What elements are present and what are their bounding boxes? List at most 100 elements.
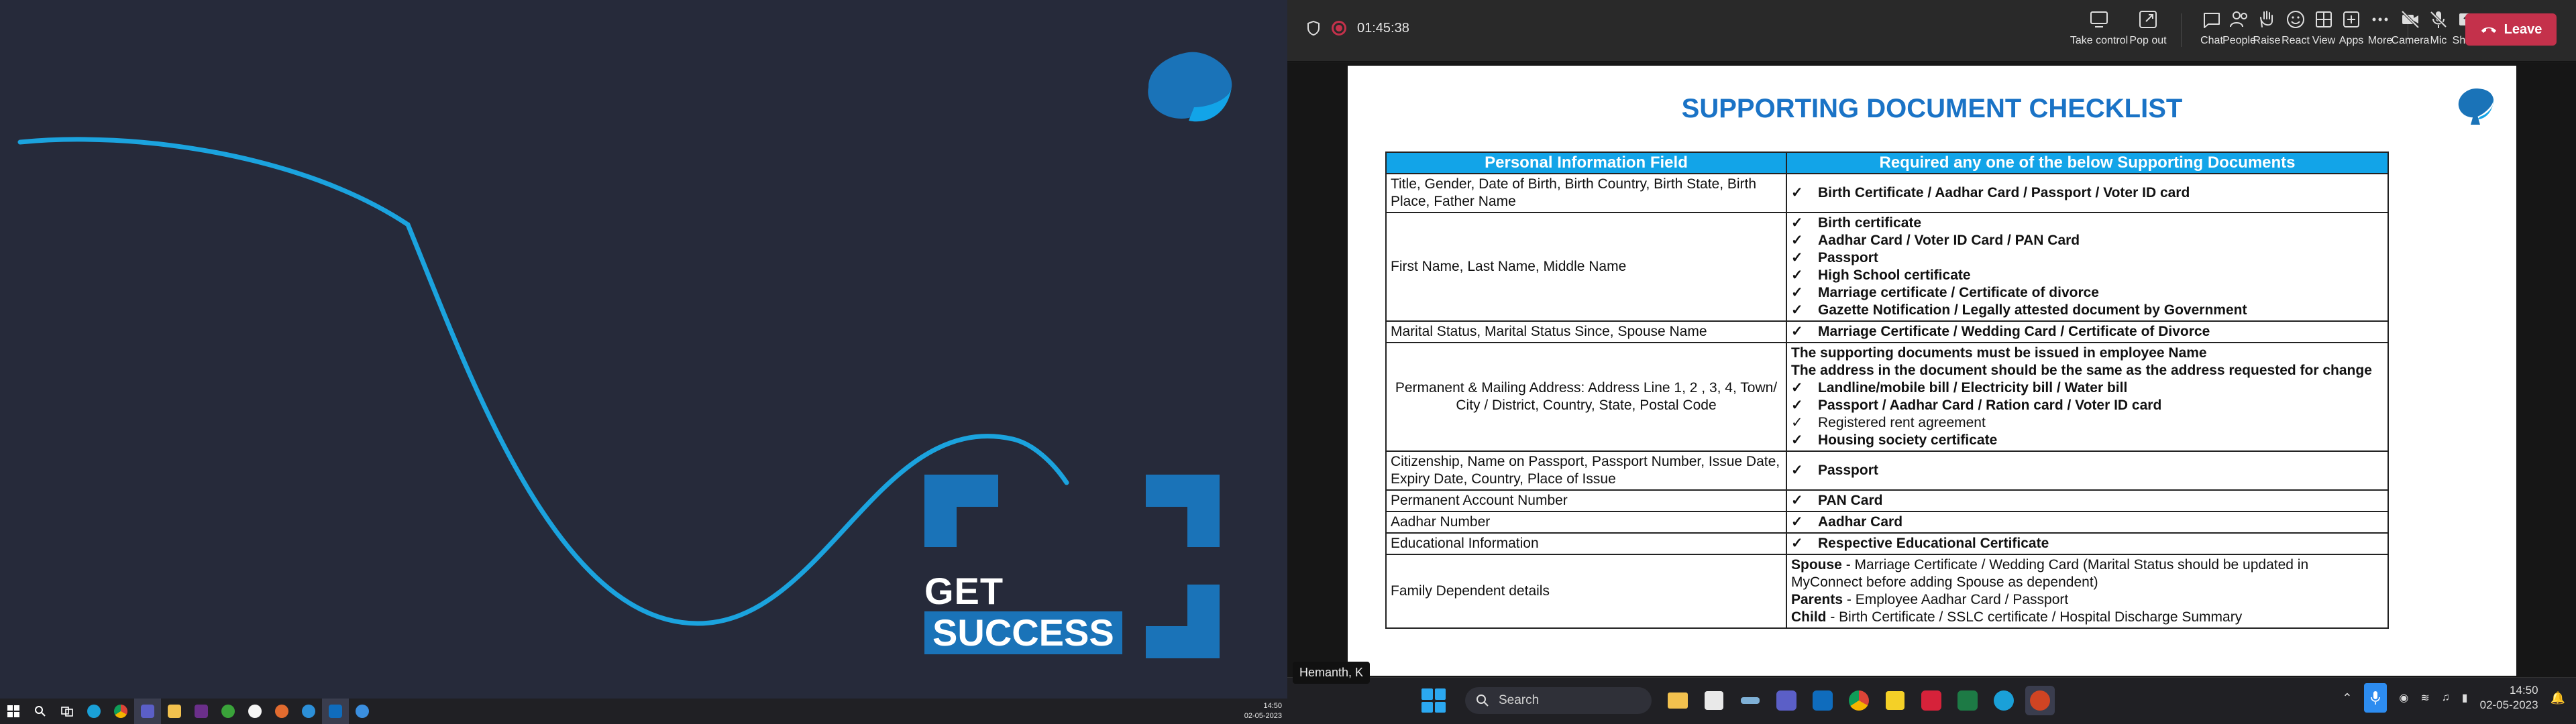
document-text: Gazette Notification / Legally attested … (1818, 302, 2247, 318)
pop-out-button[interactable]: Pop out (2121, 8, 2175, 54)
chevron-up-icon[interactable]: ⌃ (2342, 691, 2352, 705)
document-item: ✓ Gazette Notification / Legally attested… (1791, 302, 2383, 319)
wifi-icon[interactable]: ≋ (2420, 691, 2429, 705)
spade-logo (1148, 52, 1232, 122)
check-icon: ✓ (1791, 302, 1803, 318)
app-icon[interactable] (215, 699, 241, 724)
field-cell: Educational Information (1385, 532, 1787, 555)
windows-icon[interactable] (0, 699, 27, 724)
system-tray: ⌃ ◉ ≋ ♫ ▮ 14:50 02-05-2023 🔔 (2342, 683, 2565, 713)
dependent-text: - Marriage Certificate / Wedding Card (M… (1791, 557, 2309, 590)
app-icon[interactable] (1699, 686, 1729, 715)
bracket-top-right (1146, 475, 1220, 547)
app-icon[interactable] (241, 699, 268, 724)
document-text: Passport (1818, 250, 1878, 265)
check-icon: ✓ (1791, 250, 1803, 265)
file-explorer-icon[interactable] (1663, 686, 1693, 715)
powerpoint-icon[interactable] (2025, 686, 2055, 715)
field-cell: First Name, Last Name, Middle Name (1385, 212, 1787, 322)
teams-icon[interactable] (1772, 686, 1801, 715)
excel-icon[interactable] (1953, 686, 1982, 715)
document-item: ✓ Aadhar Card / Voter ID Card / PAN Card (1791, 232, 2383, 249)
pinned-apps (1663, 686, 2055, 715)
leave-button[interactable]: Leave (2465, 13, 2557, 46)
document-text: Passport (1818, 463, 1878, 478)
dependent-child: Child - Birth Certificate / SSLC certifi… (1791, 609, 2383, 626)
search-icon[interactable] (27, 699, 54, 724)
toolbar-divider (2181, 13, 2182, 47)
document-item: ✓ Birth Certificate / Aadhar Card / Passp… (1791, 184, 2383, 202)
taskbar-search-box[interactable]: Search (1465, 687, 1652, 714)
network-icon[interactable]: ◉ (2399, 691, 2408, 705)
document-item: ✓ Respective Educational Certificate (1791, 535, 2383, 552)
take-control-label: Take control (2070, 35, 2129, 46)
document-text: Birth Certificate / Aadhar Card / Passpo… (1818, 185, 2190, 200)
mic-active-icon[interactable] (2364, 683, 2387, 713)
dependent-label: Parents (1791, 592, 1843, 607)
app-icon[interactable] (349, 699, 376, 724)
field-cell: Marital Status, Marital Status Since, Sp… (1385, 320, 1787, 343)
document-note: The address in the document should be th… (1791, 363, 2372, 378)
task-view-icon[interactable] (54, 699, 80, 724)
document-item: ✓ Marriage certificate / Certificate of d… (1791, 284, 2383, 302)
document-item: ✓ Passport (1791, 249, 2383, 267)
chrome-icon[interactable] (1844, 686, 1874, 715)
file-explorer-icon[interactable] (161, 699, 188, 724)
search-placeholder: Search (1499, 693, 1540, 707)
documents-cell: ✓ Respective Educational Certificate (1786, 532, 2389, 555)
document-text: Registered rent agreement (1818, 415, 1986, 430)
volume-icon[interactable]: ♫ (2442, 692, 2450, 704)
check-icon: ✓ (1791, 415, 1803, 430)
document-text: Birth certificate (1818, 215, 1922, 231)
dependent-parents: Parents - Employee Aadhar Card / Passpor… (1791, 591, 2383, 609)
app-icon[interactable] (295, 699, 322, 724)
left-clock[interactable]: 14:50 02-05-2023 (1244, 701, 1282, 721)
right-clock-date: 02-05-2023 (2479, 699, 2538, 711)
presenter-name-tag: Hemanth, K (1293, 662, 1371, 684)
table-row: Permanent & Mailing Address: Address Lin… (1385, 342, 2389, 452)
right-clock[interactable]: 14:50 02-05-2023 (2480, 683, 2538, 713)
document-item: ✓ PAN Card (1791, 492, 2383, 509)
teams-icon[interactable] (134, 699, 161, 724)
outlook-icon[interactable] (1808, 686, 1837, 715)
outlook-icon[interactable] (322, 699, 349, 724)
phone-hangup-icon (2481, 27, 2496, 33)
notification-icon[interactable]: 🔔 (2551, 691, 2565, 705)
table-row: First Name, Last Name, Middle Name ✓ Birt… (1385, 212, 2389, 322)
app-icon[interactable] (1735, 686, 1765, 715)
edge-icon[interactable] (80, 699, 107, 724)
document-item: ✓ Aadhar Card (1791, 514, 2383, 531)
document-text: Respective Educational Certificate (1818, 536, 2049, 551)
get-text: GET (924, 570, 1004, 612)
edge-icon[interactable] (1989, 686, 2019, 715)
document-item: ✓ Birth certificate (1791, 215, 2383, 232)
check-icon: ✓ (1791, 285, 1803, 300)
document-text: PAN Card (1818, 493, 1883, 508)
app-icon[interactable] (188, 699, 215, 724)
battery-icon[interactable]: ▮ (2462, 691, 2468, 705)
teams-meeting-toolbar: 01:45:38 Take control Pop out Chat Peopl… (1287, 0, 2576, 62)
take-control-button[interactable]: Take control (2070, 8, 2129, 54)
dependent-text: - Birth Certificate / SSLC certificate /… (1826, 609, 2243, 625)
sticky-notes-icon[interactable] (1880, 686, 1910, 715)
dependent-label: Spouse (1791, 557, 1842, 572)
documents-cell: The supporting documents must be issued … (1786, 342, 2389, 452)
check-icon: ✓ (1791, 398, 1803, 413)
document-text: Landline/mobile bill / Electricity bill … (1818, 380, 2128, 396)
right-taskbar: Hemanth, K Search ⌃ ◉ ≋ ♫ ▮ 14:50 02-05-… (1287, 662, 2576, 724)
field-cell: Aadhar Number (1385, 511, 1787, 534)
left-taskbar: 14:50 02-05-2023 (0, 699, 1287, 724)
check-icon: ✓ (1791, 536, 1803, 551)
documents-cell: ✓ Passport (1786, 450, 2389, 491)
app-icon[interactable] (1917, 686, 1946, 715)
table-row: Citizenship, Name on Passport, Passport … (1385, 450, 2389, 491)
spade-logo-icon (2458, 88, 2494, 125)
documents-cell: Spouse - Marriage Certificate / Wedding … (1786, 554, 2389, 629)
dependent-spouse: Spouse - Marriage Certificate / Wedding … (1791, 556, 2383, 591)
table-row: Permanent Account Number ✓ PAN Card (1385, 489, 2389, 512)
app-icon[interactable] (268, 699, 295, 724)
check-icon: ✓ (1791, 233, 1803, 248)
windows-start-icon[interactable] (1421, 688, 1446, 713)
chrome-icon[interactable] (107, 699, 134, 724)
document-text: Passport / Aadhar Card / Ration card / V… (1818, 398, 2162, 413)
